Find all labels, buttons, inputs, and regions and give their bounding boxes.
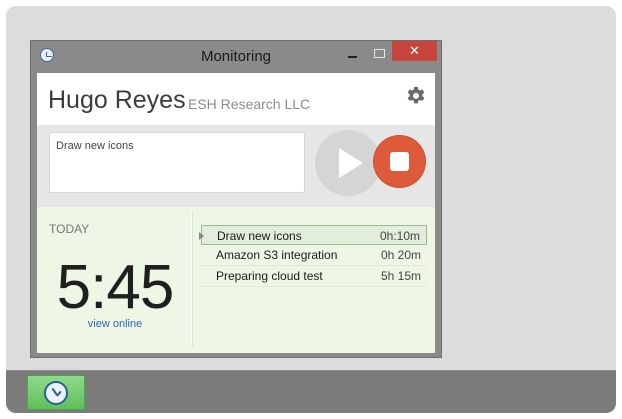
taskbar-app-button[interactable] <box>27 375 85 410</box>
today-label: TODAY <box>49 222 90 236</box>
task-duration: 0h:10m <box>379 229 420 243</box>
screenshot-frame: Monitoring ✕ Hugo Reyes ESH Research LLC… <box>6 6 616 413</box>
divider-shadow <box>192 211 193 347</box>
close-button[interactable]: ✕ <box>392 41 437 61</box>
company-name: ESH Research LLC <box>188 96 311 112</box>
task-name: Amazon S3 integration <box>216 248 338 262</box>
task-description-input[interactable]: Draw new icons <box>49 132 305 193</box>
task-row[interactable]: Amazon S3 integration 0h 20m <box>201 245 427 266</box>
task-row[interactable]: Draw new icons 0h:10m <box>199 225 427 245</box>
task-duration: 5h 15m <box>380 269 421 283</box>
task-row[interactable]: Preparing cloud test 5h 15m <box>201 266 427 287</box>
title-bar[interactable]: Monitoring ✕ <box>31 41 441 71</box>
taskbar <box>6 370 616 413</box>
minimize-button[interactable] <box>340 45 366 63</box>
task-name: Draw new icons <box>217 229 302 243</box>
total-time: 5:45 <box>56 253 175 322</box>
current-task-area: Draw new icons <box>37 125 435 207</box>
play-icon[interactable] <box>315 130 381 196</box>
window-content: Hugo Reyes ESH Research LLC Draw new ico… <box>37 73 435 353</box>
gear-icon[interactable] <box>404 85 428 109</box>
view-online-link[interactable]: view online <box>45 318 185 330</box>
header: Hugo Reyes ESH Research LLC <box>37 73 435 125</box>
task-list: Draw new icons 0h:10m Amazon S3 integrat… <box>199 225 427 287</box>
task-duration: 0h 20m <box>380 248 421 262</box>
user-name: Hugo Reyes <box>48 86 186 114</box>
app-clock-icon <box>44 380 68 405</box>
today-panel: TODAY 5:45 view online Draw new icons 0h… <box>37 207 435 353</box>
expand-arrow-icon[interactable] <box>199 232 204 240</box>
maximize-button[interactable] <box>366 45 392 63</box>
task-name: Preparing cloud test <box>216 269 323 283</box>
desktop: Monitoring ✕ Hugo Reyes ESH Research LLC… <box>6 6 616 370</box>
monitoring-window: Monitoring ✕ Hugo Reyes ESH Research LLC… <box>30 40 442 358</box>
stop-icon[interactable] <box>374 136 425 187</box>
